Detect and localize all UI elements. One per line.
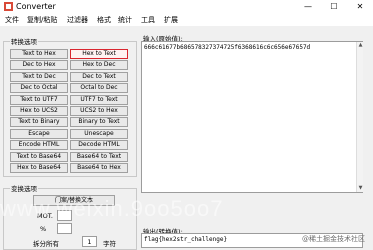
percent-input[interactable]: [57, 223, 72, 234]
dec-to-text-button[interactable]: Dec to Text: [70, 71, 128, 82]
maximize-button[interactable]: ☐: [321, 0, 347, 14]
escape-button[interactable]: Escape: [10, 128, 68, 139]
transform-options-label: 变换选项: [10, 183, 38, 193]
minimize-button[interactable]: —: [295, 0, 321, 14]
output-text: flag{hex2str_challenge}: [144, 236, 228, 243]
menu-extensions[interactable]: 扩展: [164, 15, 178, 25]
menu-bar: 文件 复制/粘贴 过滤器 格式 统计 工具 扩展: [0, 14, 373, 26]
base64-to-hex-button[interactable]: Base64 to Hex: [70, 163, 128, 173]
watermark: www.weixin.9oo5oo7: [0, 196, 224, 221]
encode-html-button[interactable]: Encode HTML: [10, 140, 68, 151]
hex-to-base64-button[interactable]: Hex to Base64: [10, 163, 68, 173]
split-count-input[interactable]: 1: [82, 236, 97, 247]
input-text: 666c61677b686578327374725f6368616c6c656e…: [144, 44, 311, 51]
input-scrollbar[interactable]: ▲ ▼: [356, 42, 363, 192]
dec-to-octal-button[interactable]: Dec to Octal: [10, 83, 68, 94]
title-bar: Converter — ☐ ✕: [0, 0, 373, 15]
text-to-base64-button[interactable]: Text to Base64: [10, 151, 68, 162]
split-suffix-label: 字符: [103, 240, 116, 248]
scroll-down-arrow-icon[interactable]: ▼: [357, 185, 364, 192]
input-textarea[interactable]: 666c61677b686578327374725f6368616c6c656e…: [141, 41, 363, 193]
hex-to-text-button[interactable]: Hex to Text: [70, 49, 128, 59]
menu-filter[interactable]: 过滤器: [67, 15, 88, 25]
menu-tools[interactable]: 工具: [141, 15, 155, 25]
menu-file[interactable]: 文件: [5, 15, 19, 25]
binary-to-text-button[interactable]: Binary to Text: [70, 117, 128, 128]
text-to-binary-button[interactable]: Text to Binary: [10, 117, 68, 128]
menu-format[interactable]: 格式: [97, 15, 111, 25]
text-to-hex-button[interactable]: Text to Hex: [10, 49, 68, 59]
text-to-dec-button[interactable]: Text to Dec: [10, 71, 68, 82]
ucs2-to-hex-button[interactable]: UCS2 to Hex: [70, 106, 128, 116]
percent-label: %: [40, 225, 47, 233]
credit-text: @稀土掘金技术社区: [302, 235, 365, 243]
octal-to-dec-button[interactable]: Octal to Dec: [70, 83, 128, 94]
unescape-button[interactable]: Unescape: [70, 128, 128, 139]
convert-options-label: 转换选项: [10, 36, 38, 46]
close-button[interactable]: ✕: [347, 0, 373, 14]
window-title: Converter: [16, 2, 56, 11]
text-to-utf7-button[interactable]: Text to UTF7: [10, 94, 68, 105]
menu-copy-paste[interactable]: 复制/粘贴: [27, 15, 57, 25]
split-label: 拆分所有: [33, 240, 59, 248]
utf7-to-text-button[interactable]: UTF7 to Text: [70, 94, 128, 105]
dec-to-hex-button[interactable]: Dec to Hex: [10, 60, 68, 71]
hex-to-dec-button[interactable]: Hex to Dec: [70, 60, 128, 71]
decode-html-button[interactable]: Decode HTML: [70, 140, 128, 151]
app-icon: [4, 2, 13, 11]
hex-to-ucs2-button[interactable]: Hex to UCS2: [10, 106, 68, 116]
base64-to-text-button[interactable]: Base64 to Text: [70, 151, 128, 162]
menu-statistics[interactable]: 统计: [118, 15, 132, 25]
scroll-up-arrow-icon[interactable]: ▲: [357, 42, 364, 49]
